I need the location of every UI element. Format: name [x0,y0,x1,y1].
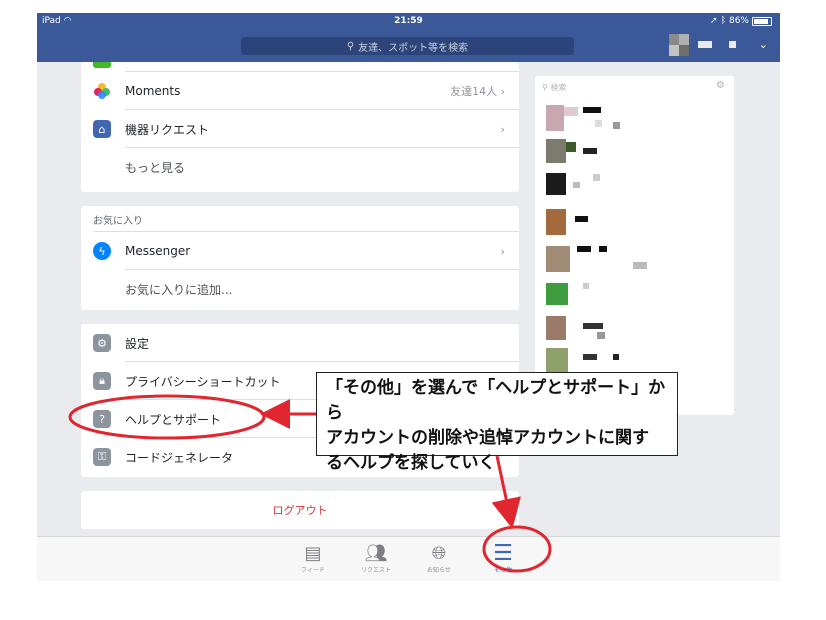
menu-item-device-requests[interactable]: ⌂ 機器リクエスト › [81,110,519,148]
chevron-right-icon: › [500,244,505,258]
chevron-down-icon[interactable]: ⌄ [759,38,768,51]
search-placeholder: 友達、スポット等を検索 [358,42,469,54]
profile-name-2 [729,41,736,48]
chevron-right-icon: › [500,85,505,98]
see-more-link[interactable]: もっと見る [81,148,519,186]
gear-icon: ⚙ [93,334,111,352]
status-right: ➚ ᛒ 86% [710,16,772,26]
menu-item-settings[interactable]: ⚙ 設定 [81,324,519,362]
bluetooth-icon: ᛒ [720,16,726,26]
menu-card: Moments 友達14人 › ⌂ 機器リクエスト › もっと見る [81,62,519,192]
tab-requests[interactable]: 👥︎ リクエスト [351,543,401,574]
ipad-screen: iPad ◠ 21:59 ➚ ᛒ 86% ⚲ 友達、スポット等を検索 ⌄ Mom… [37,13,780,581]
menu-item-messenger[interactable]: ϟ Messenger › [81,232,519,270]
status-time: 21:59 [394,16,423,26]
logout-button[interactable]: ログアウト [81,491,519,529]
top-bar: iPad ◠ 21:59 ➚ ᛒ 86% ⚲ 友達、スポット等を検索 ⌄ [37,13,780,62]
device-request-icon: ⌂ [93,120,111,138]
annotation-callout: 「その他」を選んで「ヘルプとサポート」から アカウントの削除や追悼アカウントに関… [316,372,678,473]
tab-more[interactable]: ☰ その他 [478,541,528,575]
partial-row [81,62,519,72]
sidebar-search-input[interactable]: ⚲ 検索 [542,82,566,93]
moments-detail: 友達14人 › [450,85,505,98]
gear-icon[interactable]: ⚙ [716,80,725,91]
favorites-card: お気に入り ϟ Messenger › お気に入りに追加... [81,206,519,310]
feed-icon: ▤ [304,543,322,564]
key-icon: ⚿ [93,448,111,466]
search-input[interactable]: ⚲ 友達、スポット等を検索 [241,37,574,55]
messenger-icon: ϟ [93,242,111,260]
moments-icon [93,82,111,100]
profile-avatar[interactable] [669,34,689,56]
tab-feed[interactable]: ▤ フィード [288,543,338,574]
location-icon: ➚ [710,16,718,26]
menu-item-moments[interactable]: Moments 友達14人 › [81,72,519,110]
tab-notifications[interactable]: 🌐︎ お知らせ [414,543,464,574]
battery-percent: 86% [728,16,749,26]
chevron-right-icon: › [500,122,505,136]
add-favorite-link[interactable]: お気に入りに追加... [81,270,519,308]
lock-icon: 🔒︎ [93,372,111,390]
favorites-header: お気に入り [81,206,519,232]
friends-sidebar: ⚲ 検索 ⚙ [535,76,734,415]
menu-icon: ☰ [493,541,513,566]
question-icon: ? [93,410,111,428]
search-icon: ⚲ [346,40,355,52]
bottom-tab-bar: ▤ フィード 👥︎ リクエスト 🌐︎ お知らせ ☰ その他 [37,536,780,581]
globe-icon: 🌐︎ [431,543,447,564]
profile-name [698,41,712,48]
friends-icon: 👥︎ [364,543,388,564]
battery-icon [752,16,772,26]
